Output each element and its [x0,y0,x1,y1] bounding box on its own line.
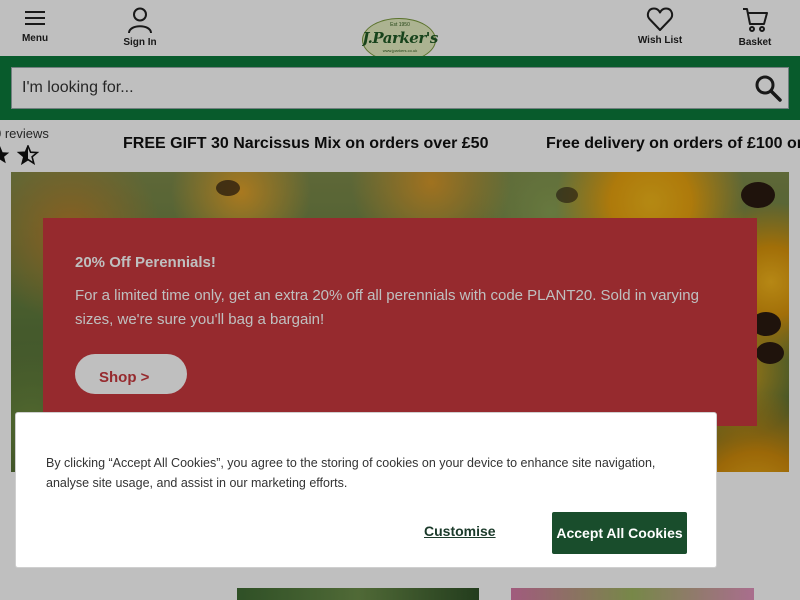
accept-all-cookies-button[interactable]: Accept All Cookies [552,512,687,554]
customise-button[interactable]: Customise [424,523,496,539]
cookie-text: By clicking “Accept All Cookies”, you ag… [46,456,656,490]
cookie-banner: By clicking “Accept All Cookies”, you ag… [15,412,717,568]
